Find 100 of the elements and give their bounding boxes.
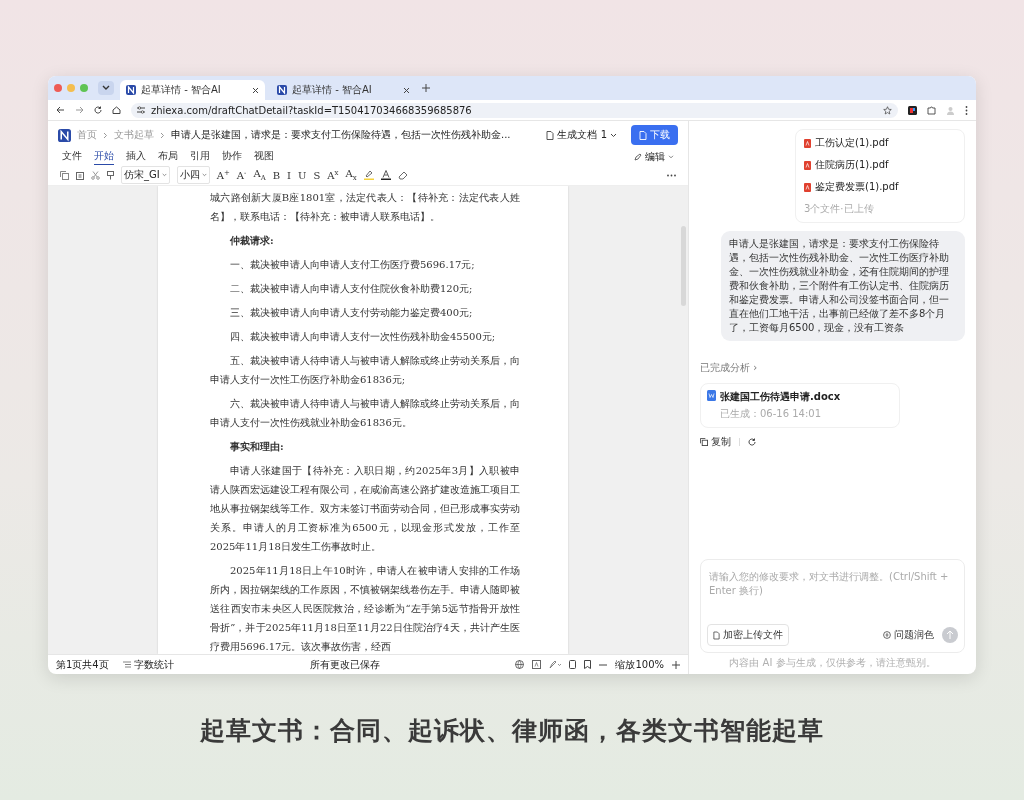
format-button[interactable]: U [298, 169, 307, 181]
font-family-dropdown[interactable]: 仿宋_GI [121, 166, 170, 184]
chevron-right-icon [160, 131, 165, 139]
copy-icon[interactable] [60, 170, 69, 180]
document-paragraph: 申请人张建国于【待补充：入职日期，约2025年3月】入职被申请人陕西宏远建设工程有限公司，在咸渝高速公路扩建改造施工项目工地从事拉钢架线等工作。双方未签订书面劳动合同，但已形成事实劳动关系。申请人的月工资标准为6500元，以现金形式发放，工作至2025年11月18日发生工伤事故时止。 [210, 464, 520, 554]
eraser-icon[interactable] [397, 170, 408, 180]
file-name[interactable]: 鉴定费发票(1).pdf [815, 180, 899, 194]
edit-mode-selector[interactable]: 编辑 [634, 150, 674, 164]
chevron-down-icon[interactable] [98, 81, 114, 95]
document-icon [713, 630, 720, 640]
document-selector[interactable]: 生成文档 1 [546, 128, 617, 142]
highlighter-icon[interactable] [363, 170, 374, 180]
text-box-icon[interactable] [532, 660, 542, 669]
extension-icon[interactable] [908, 105, 917, 115]
menu-tab[interactable]: 布局 [158, 149, 178, 165]
chevron-down-icon [668, 155, 674, 159]
format-button[interactable]: A$^{+}$ [216, 168, 230, 182]
close-icon[interactable] [252, 86, 259, 94]
star-icon[interactable] [883, 105, 892, 115]
word-count-button[interactable]: 字数统计 [122, 657, 174, 672]
document-paragraph: 事实和理由: [229, 440, 285, 454]
document-paragraph: 二、裁决被申请人向申请人支付住院伙食补助费120元; [229, 282, 474, 296]
document-icon [639, 130, 647, 140]
plus-icon[interactable] [672, 660, 680, 669]
upload-file-button[interactable]: 加密上传文件 [707, 624, 789, 646]
site-settings-icon[interactable] [137, 106, 145, 114]
copy-icon [700, 438, 708, 446]
address-bar[interactable]: zhiexa.com/draftChatDetail?taskId=T150417034668359685876 [131, 102, 898, 118]
caption-text: 起草文书：合同、起诉状、律师函，各类文书智能起草 [200, 715, 824, 747]
pdf-file-icon [804, 160, 811, 170]
scrollbar[interactable] [681, 226, 686, 306]
font-size-dropdown[interactable]: 小四 [176, 166, 210, 184]
forward-arrow-icon[interactable] [75, 106, 84, 114]
url-text: zhiexa.com/draftChatDetail?taskId=T150417034668359685876 [151, 104, 473, 116]
document-paragraph: 五、裁决被申请人待申请人与被申请人解除或终止劳动关系后，向申请人支付一次性工伤医疗补助金61836元; [210, 354, 520, 387]
download-button[interactable]: 下载 [631, 125, 678, 145]
generated-file-card[interactable]: 张建国工伤待遇申请.docx 已生成：06-16 14:01 [700, 383, 900, 428]
format-button[interactable]: B [272, 169, 281, 181]
format-button[interactable]: A$_{x}$ [345, 168, 357, 182]
bookmark-icon[interactable] [584, 660, 592, 669]
upload-status: 3个文件·已上传 [804, 202, 875, 216]
document-paragraph: 城六路创新大厦B座1801室，法定代表人：【待补充：法定代表人姓名】，联系电话：【待补充：被申请人联系电话】。 [210, 191, 520, 224]
format-button[interactable]: A$^{-}$ [236, 168, 247, 182]
font-color-icon[interactable] [380, 170, 391, 180]
back-arrow-icon[interactable] [56, 106, 65, 114]
copy-button[interactable]: 复制 [700, 435, 731, 449]
format-button[interactable]: A$_{A}$ [253, 168, 266, 182]
menu-tab[interactable]: 引用 [190, 149, 210, 165]
minus-icon[interactable] [599, 663, 608, 666]
document-paragraph: 一、裁决被申请人向申请人支付工伤医疗费5696.17元; [229, 258, 476, 272]
document-paragraph: 四、裁决被申请人向申请人支付一次性伤残补助金45500元; [229, 330, 497, 344]
file-name[interactable]: 住院病历(1).pdf [815, 158, 889, 172]
globe-icon[interactable] [515, 660, 525, 669]
menu-tab[interactable]: 视图 [254, 149, 274, 165]
chevron-right-icon [103, 131, 108, 139]
save-status: 所有更改已保存 [308, 657, 381, 672]
word-file-icon [707, 390, 716, 401]
pdf-file-icon [804, 182, 811, 192]
document-paragraph: 2025年11月18日上午10时许，申请人在被申请人安排的工作场所内，因拉钢架线的工作原因，不慎被钢架线卷伤左手。申请人随即被送往西安市未央区人民医院救治，经诊断为“左手第5远节指骨开放性骨折”，并于2025年11月18日至11月22日住院治疗4天，共计产生医疗费用5696.17元。该次事故伤害，经西 [210, 564, 520, 654]
menu-tab[interactable]: 文件 [62, 149, 82, 165]
browser-tab[interactable]: 起草详情 - 智合AI [120, 80, 265, 100]
menu-tab[interactable]: 开始 [94, 149, 114, 165]
format-button[interactable]: S [313, 169, 321, 181]
analysis-link[interactable]: 已完成分析 › [700, 361, 965, 375]
app-logo-icon [277, 85, 287, 95]
user-message: 申请人是张建国，请求是：要求支付工伤保险待遇，包括一次性伤残补助金、一次性工伤医疗补助金、一次性伤残就业补助金，还有住院期间的护理费和伙食补助，三个附件有工伤认定书、住院病历和鉴定费发票。申请人和公司没签书面合同，但一直在他们工地干活，出事前已经做了差不多8个月了，工资每月6500，现金，没有工资条 [721, 231, 965, 341]
clipboard-icon[interactable] [76, 170, 84, 180]
refresh-icon[interactable] [748, 438, 756, 446]
page-count: 第1页共4页 [56, 657, 109, 672]
document-title: 申请人是张建国，请求是：要求支付工伤保险待遇，包括一次性伤残补助金... [171, 128, 512, 142]
list-icon [122, 661, 131, 668]
app-logo-icon [126, 85, 136, 95]
chevron-down-icon [161, 173, 167, 177]
close-icon[interactable] [403, 86, 410, 94]
more-icon[interactable] [667, 173, 676, 177]
disclaimer-text: 内容由 AI 参与生成，仅供参考，请注意甄别。 [728, 656, 937, 670]
format-button[interactable]: I [287, 169, 292, 181]
message-input-box[interactable]: 请输入您的修改要求，对文书进行调整。(Ctrl/Shift + Enter 换行) 加密上传文件 问题润色 [700, 559, 965, 653]
chevron-down-icon [610, 132, 617, 138]
brush-icon[interactable] [107, 170, 114, 180]
chevron-down-icon [201, 173, 207, 177]
zoom-level: 缩放100% [615, 657, 664, 672]
home-icon[interactable] [112, 106, 121, 114]
format-button[interactable]: A$^{x}$ [327, 168, 339, 182]
close-window-button[interactable] [54, 84, 62, 92]
document-paragraph: 仲裁请求: [229, 234, 275, 248]
file-name[interactable]: 工伤认定(1).pdf [815, 136, 889, 150]
reload-icon[interactable] [94, 106, 102, 114]
more-vertical-icon[interactable] [965, 105, 968, 115]
scissors-icon[interactable] [91, 170, 100, 180]
pdf-file-icon [804, 138, 811, 148]
browser-tab[interactable]: 起草详情 - 智合AI [271, 80, 416, 100]
polish-button[interactable]: 问题润色 [883, 628, 934, 642]
menu-tab[interactable]: 插入 [126, 149, 146, 165]
document-icon [546, 130, 555, 140]
pen-icon[interactable] [549, 660, 562, 669]
document-paragraph: 三、裁决被申请人向申请人支付劳动能力鉴定费400元; [229, 306, 474, 320]
menu-tab[interactable]: 协作 [222, 149, 242, 165]
plus-icon[interactable] [422, 84, 430, 92]
app-logo-icon[interactable] [58, 128, 71, 142]
